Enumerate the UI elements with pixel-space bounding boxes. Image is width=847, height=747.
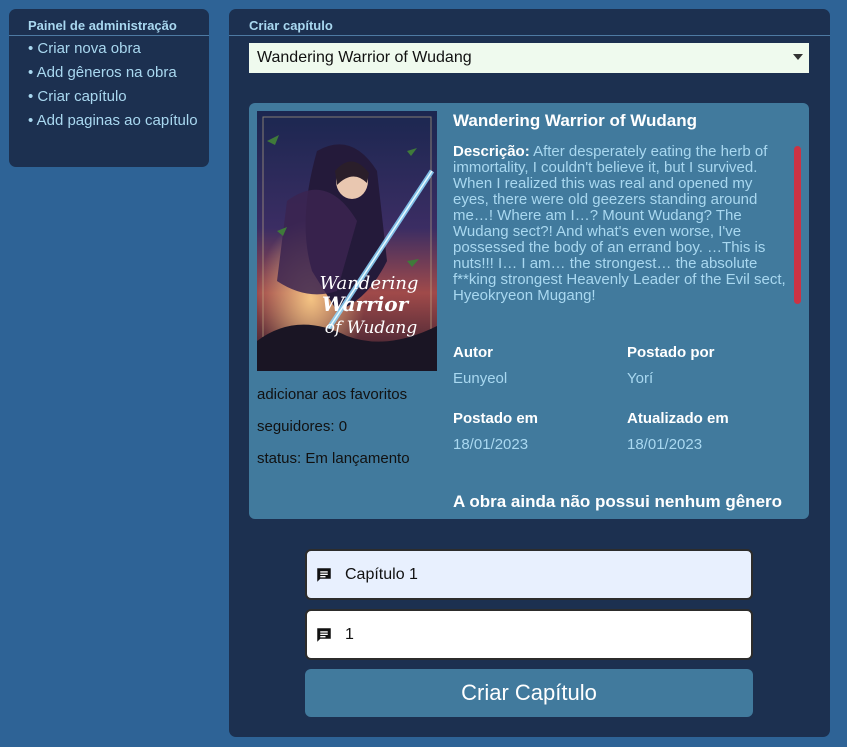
posted-by-label: Postado por [627,344,715,361]
sidebar-menu: • Criar nova obra • Add gêneros na obra … [28,41,204,137]
followers-count: seguidores: 0 [257,418,348,435]
sidebar-divider [9,35,209,36]
cover-image: Wandering Warrior of Wudang [257,111,437,371]
chapter-title-input[interactable] [345,565,725,584]
add-to-favorites-link[interactable]: adicionar aos favoritos [257,386,407,403]
posted-by-value: Yorí [627,370,654,387]
comment-icon [317,627,331,642]
cover-title-line2: Warrior [322,292,410,316]
work-info-card: Wandering Warrior of Wudang adicionar ao… [249,103,809,519]
cover-title-line3: of Wudang [325,318,418,338]
chapter-number-input[interactable] [345,625,725,644]
description: Descrição: After desperately eating the … [453,144,787,304]
work-select[interactable]: Wandering Warrior of Wudang [249,43,809,73]
create-chapter-button[interactable]: Criar Capítulo [305,669,753,717]
work-title: Wandering Warrior of Wudang [453,111,697,130]
description-text: After desperately eating the herb of imm… [453,144,786,304]
author-value: Eunyeol [453,370,508,387]
chevron-down-icon [793,54,803,60]
description-scrollbar[interactable] [794,146,801,304]
sidebar-item-add-genres[interactable]: • Add gêneros na obra [28,65,204,81]
admin-sidebar: Painel de administração • Criar nova obr… [9,9,209,167]
panel-divider [229,35,830,36]
sidebar-title: Painel de administração [28,18,177,33]
cover-title-line1: Wandering [320,273,419,294]
work-status: status: Em lançamento [257,450,410,467]
chapter-title-field [305,549,753,600]
description-label: Descrição: [453,144,530,160]
sidebar-item-create-chapter[interactable]: • Criar capítulo [28,89,204,105]
description-container: Descrição: After desperately eating the … [453,144,801,306]
updated-at-value: 18/01/2023 [627,436,703,453]
sidebar-item-create-work[interactable]: • Criar nova obra [28,41,204,57]
create-chapter-panel: Criar capítulo Wandering Warrior of Wuda… [229,9,830,737]
no-genre-message: A obra ainda não possui nenhum gênero [453,492,783,511]
comment-icon [317,567,331,582]
panel-title: Criar capítulo [249,18,333,33]
chapter-number-field [305,609,753,660]
updated-at-label: Atualizado em [627,410,729,427]
posted-at-value: 18/01/2023 [453,436,529,453]
work-select-value: Wandering Warrior of Wudang [257,49,472,66]
sidebar-item-add-pages[interactable]: • Add paginas ao capítulo [28,113,204,129]
author-label: Autor [453,344,493,361]
posted-at-label: Postado em [453,410,539,427]
